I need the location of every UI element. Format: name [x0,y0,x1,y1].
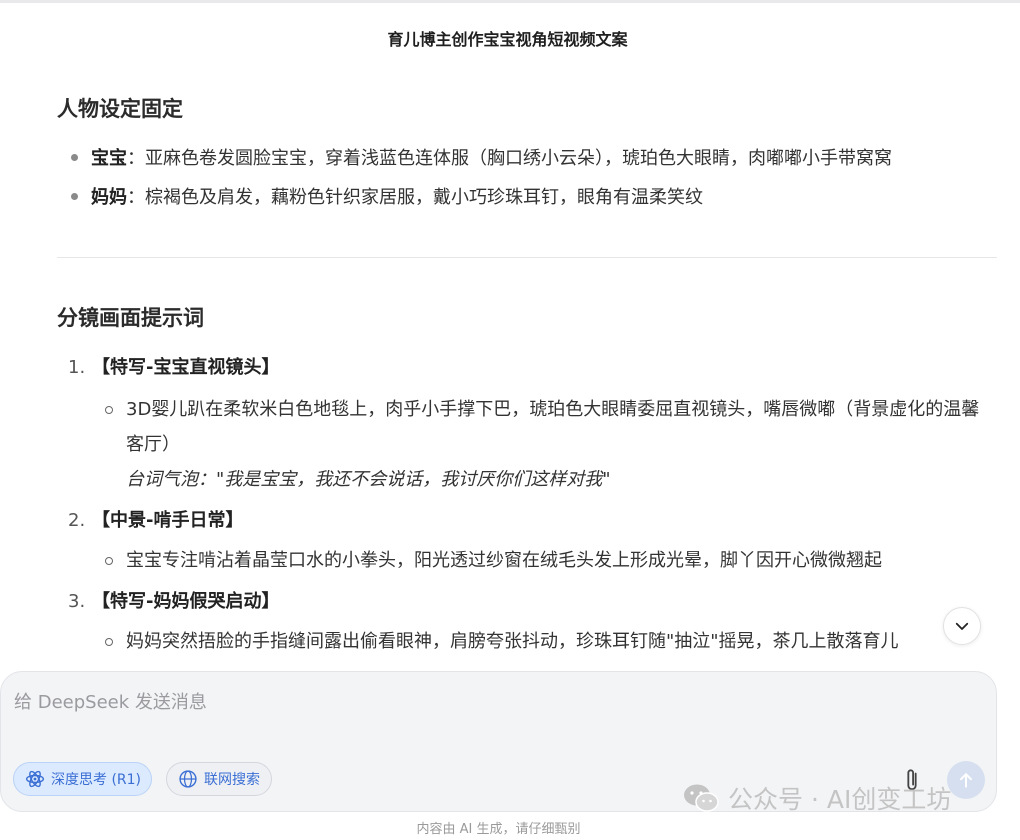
shot-label: 【特写-宝宝直视镜头】 [92,357,280,378]
chevron-down-icon [955,622,969,630]
shot-number: 3. [68,591,86,612]
shot-item: 3. 【特写-妈妈假哭启动】 [68,589,279,615]
scroll-to-bottom-button[interactable] [943,607,981,645]
bullet-dot [71,192,78,200]
shot-detail: 宝宝专注啃沾着晶莹口水的小拳头，阳光透过纱窗在绒毛头发上形成光晕，脚丫因开心微微… [105,543,995,578]
bullet-dot [71,153,78,161]
arrow-up-icon [960,773,972,788]
bullet-circle [105,638,113,646]
shot-description: 宝宝专注啃沾着晶莹口水的小拳头，阳光透过纱窗在绒毛头发上形成光晕，脚丫因开心微微… [126,550,882,571]
watermark-text: 公众号 · AI创变工坊 [728,785,952,814]
wechat-icon [682,782,720,814]
watermark: 公众号 · AI创变工坊 [682,780,951,816]
bullet-circle [105,557,113,565]
character-description: ：亚麻色卷发圆脸宝宝，穿着浅蓝色连体服（胸口绣小云朵），琥珀色大眼睛，肉嘟嘟小手… [127,148,892,169]
web-search-toggle[interactable]: 联网搜索 [166,762,272,796]
message-content: 人物设定固定 宝宝：亚麻色卷发圆脸宝宝，穿着浅蓝色连体服（胸口绣小云朵），琥珀色… [57,0,999,672]
shot-number: 2. [68,510,86,531]
shot-number: 1. [68,357,86,378]
section-heading-shots: 分镜画面提示词 [57,306,204,330]
shot-quote: 台词气泡："我是宝宝，我还不会说话，我讨厌你们这样对我" [126,469,611,490]
deep-think-label: 深度思考 (R1) [51,772,142,788]
atom-icon [25,769,45,789]
section-heading-characters: 人物设定固定 [57,97,183,121]
character-description: ：棕褐色及肩发，藕粉色针织家居服，戴小巧珍珠耳钉，眼角有温柔笑纹 [127,187,703,208]
web-search-label: 联网搜索 [204,772,260,788]
shot-description: 3D婴儿趴在柔软米白色地毯上，肉乎小手撑下巴，琥珀色大眼睛委屈直视镜头，嘴唇微嘟… [126,399,980,455]
shot-item: 1. 【特写-宝宝直视镜头】 [68,355,279,381]
list-item: 妈妈：棕褐色及肩发，藕粉色针织家居服，戴小巧珍珠耳钉，眼角有温柔笑纹 [71,185,703,211]
shot-label: 【特写-妈妈假哭启动】 [92,591,280,612]
globe-icon [178,769,198,789]
list-item: 宝宝：亚麻色卷发圆脸宝宝，穿着浅蓝色连体服（胸口绣小云朵），琥珀色大眼睛，肉嘟嘟… [71,146,892,172]
send-button[interactable] [947,761,985,799]
shot-detail: 3D婴儿趴在柔软米白色地毯上，肉乎小手撑下巴，琥珀色大眼睛委屈直视镜头，嘴唇微嘟… [105,392,995,497]
message-input[interactable] [14,688,974,738]
shot-detail: 妈妈突然捂脸的手指缝间露出偷看眼神，肩膀夸张抖动，珍珠耳钉随"抽泣"摇晃，茶几上… [105,624,995,659]
character-label: 妈妈 [91,187,127,208]
ai-disclaimer: 内容由 AI 生成，请仔细甄别 [416,822,581,837]
character-label: 宝宝 [91,148,127,169]
shot-label: 【中景-啃手日常】 [92,510,244,531]
shot-description: 妈妈突然捂脸的手指缝间露出偷看眼神，肩膀夸张抖动，珍珠耳钉随"抽泣"摇晃，茶几上… [126,631,899,652]
shot-item: 2. 【中景-啃手日常】 [68,508,243,534]
section-divider [57,257,997,258]
bullet-circle [105,406,113,414]
deep-think-toggle[interactable]: 深度思考 (R1) [13,762,152,796]
